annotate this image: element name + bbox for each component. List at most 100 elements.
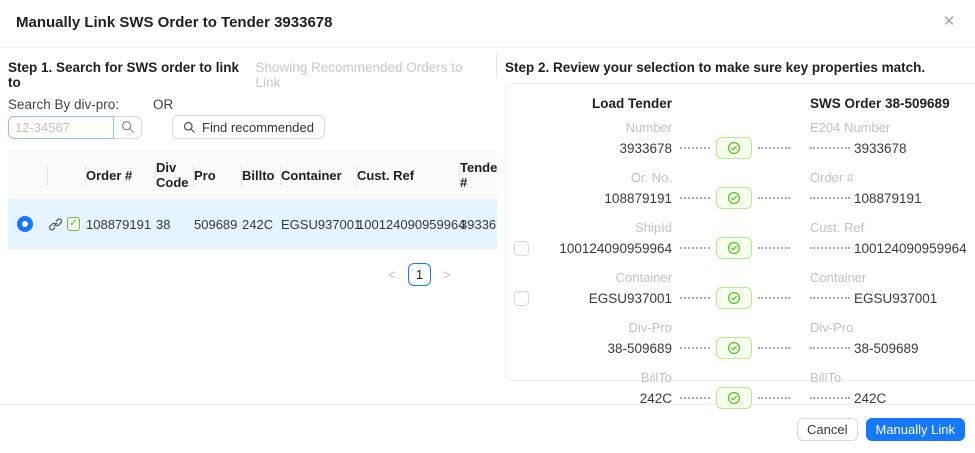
link-icon (48, 217, 63, 232)
cell-div-code: 38 (156, 199, 194, 249)
orders-table: Order # Div Code Pro Billto Container Cu… (8, 151, 497, 249)
check-circle-icon (727, 341, 741, 355)
check-circle-icon (727, 291, 741, 305)
left-label: Container (615, 270, 672, 285)
search-icon (121, 120, 135, 134)
dotted-leader (680, 197, 710, 199)
checked-checkbox-icon: ✓ (67, 217, 80, 231)
left-label: Number (625, 120, 672, 135)
cell-order: 108879191 (86, 199, 156, 249)
left-label: BillTo (640, 370, 672, 385)
column-header-billto: Billto (241, 151, 281, 199)
check-circle-icon (727, 191, 741, 205)
match-row-order-no: Or. No. Order # 108879191 108879191 (514, 170, 967, 211)
right-value: 242C (854, 390, 887, 406)
right-value: 38-509689 (854, 340, 919, 356)
step1-title: Step 1. Search for SWS order to link to (8, 60, 240, 90)
review-card: Load Tender SWS Order 38-509689 Number E… (505, 83, 975, 409)
right-label: Cust. Ref (810, 220, 865, 235)
cell-container: EGSU937001 (281, 199, 361, 249)
divpro-search-input[interactable] (8, 115, 114, 139)
row-icons-cell: ✓ (48, 199, 86, 249)
dotted-leader (680, 397, 710, 399)
cell-tender: 3933678 (460, 199, 497, 249)
dotted-leader (758, 147, 790, 149)
dotted-leader (810, 197, 850, 199)
pagination-prev-icon[interactable]: < (384, 267, 400, 282)
step1-panel: Step 1. Search for SWS order to link to … (0, 48, 497, 404)
container-checkbox[interactable] (514, 290, 529, 306)
row-radio-selected[interactable] (17, 216, 33, 233)
match-row-div-pro: Div-Pro Div-Pro 38-509689 38-509689 (514, 320, 967, 361)
column-header-container: Container (280, 151, 357, 199)
sws-order-header: SWS Order 38-509689 (810, 96, 950, 111)
left-value: 100124090959964 (559, 240, 672, 256)
shipid-checkbox[interactable] (514, 240, 529, 256)
left-label: ShipId (635, 220, 672, 235)
table-row[interactable]: ✓ 108879191 38 509689 242C EGSU937001 10… (8, 199, 497, 249)
modal-body: Step 1. Search for SWS order to link to … (0, 48, 975, 409)
search-by-divpro-label: Search By div-pro: (8, 97, 120, 112)
dotted-leader (810, 247, 850, 249)
modal-title: Manually Link SWS Order to Tender 393367… (16, 14, 333, 31)
column-header-order: Order # (85, 151, 156, 199)
dotted-leader (810, 397, 850, 399)
dotted-leader (680, 347, 710, 349)
find-recommended-label: Find recommended (202, 119, 314, 135)
match-row-number: Number E204 Number 3933678 3933678 (514, 120, 967, 161)
pagination-next-icon[interactable]: > (439, 267, 455, 282)
search-submit-button[interactable] (114, 115, 142, 139)
table-header-row: Order # Div Code Pro Billto Container Cu… (8, 151, 497, 199)
right-label: Order # (810, 170, 855, 185)
pagination: < 1 > (8, 263, 497, 286)
match-ok-badge (716, 287, 752, 309)
right-value: EGSU937001 (854, 290, 938, 306)
dotted-leader (758, 347, 790, 349)
cell-pro: 509689 (194, 199, 242, 249)
check-circle-icon (727, 141, 741, 155)
match-ok-badge (716, 337, 752, 359)
cell-cust-ref: 100124090959964 (357, 199, 465, 249)
cell-billto: 242C (242, 199, 281, 249)
match-ok-badge (716, 187, 752, 209)
row-radio-cell (8, 199, 48, 249)
match-ok-badge (716, 237, 752, 259)
dotted-leader (680, 147, 710, 149)
manually-link-modal: Manually Link SWS Order to Tender 393367… (0, 0, 975, 453)
right-label: E204 Number (810, 120, 891, 135)
cancel-button[interactable]: Cancel (797, 417, 858, 441)
close-icon[interactable]: ✕ (935, 8, 963, 36)
search-controls-row: Find recommended (8, 115, 497, 139)
column-header-tender: Tender # (459, 151, 497, 199)
step2-panel: Step 2. Review your selection to make su… (497, 48, 975, 409)
left-label: Or. No. (630, 170, 672, 185)
check-circle-icon (727, 391, 741, 405)
left-value: EGSU937001 (588, 290, 672, 306)
pagination-page-1[interactable]: 1 (408, 263, 431, 286)
manually-link-button[interactable]: Manually Link (865, 417, 965, 441)
left-label: Div-Pro (628, 320, 672, 335)
dotted-leader (758, 297, 790, 299)
step2-title: Step 2. Review your selection to make su… (505, 60, 926, 75)
dotted-leader (680, 247, 710, 249)
column-header-pro: Pro (193, 151, 242, 199)
right-value: 108879191 (854, 190, 922, 206)
step1-header: Step 1. Search for SWS order to link to … (8, 60, 497, 90)
dotted-leader (758, 397, 790, 399)
selection-column-header (8, 151, 48, 199)
right-label: Container (810, 270, 867, 285)
match-row-shipid: ShipId Cust. Ref 100124090959964 1001240… (514, 220, 967, 261)
match-row-billto: BillTo BillTo 242C 242C (514, 370, 967, 411)
column-header-div-code: Div Code (155, 151, 194, 199)
right-label: Div-Pro (810, 320, 854, 335)
right-label: BillTo (810, 370, 842, 385)
icons-column-header (47, 151, 86, 199)
right-value: 3933678 (854, 140, 907, 156)
find-recommended-button[interactable]: Find recommended (172, 115, 325, 139)
dotted-leader (810, 297, 850, 299)
divpro-search-group (8, 115, 142, 139)
right-value: 100124090959964 (854, 240, 967, 256)
modal-header: Manually Link SWS Order to Tender 393367… (0, 0, 975, 48)
dotted-leader (810, 347, 850, 349)
dotted-leader (758, 197, 790, 199)
